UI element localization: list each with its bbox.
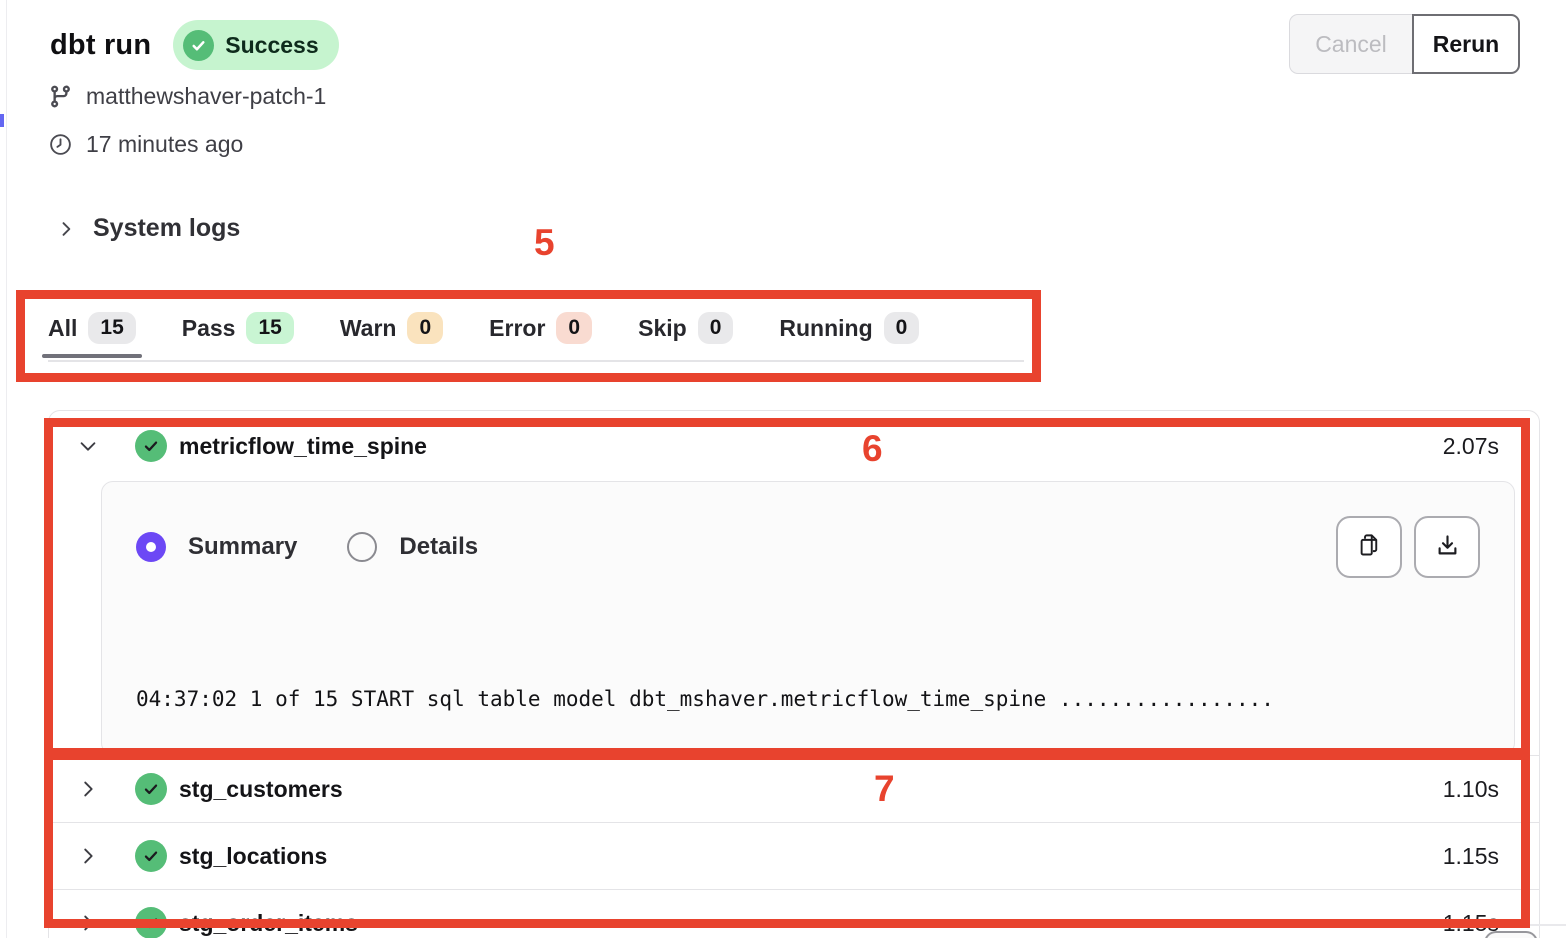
tab-count-badge: 0 bbox=[556, 312, 592, 344]
status-tabs: All 15 Pass 15 Warn 0 Error 0 Skip 0 Run… bbox=[48, 300, 1024, 362]
row-divider-fragment bbox=[1529, 924, 1566, 926]
summary-label: Summary bbox=[188, 533, 297, 561]
model-name: stg_customers bbox=[179, 776, 343, 803]
tab-label: Error bbox=[489, 315, 545, 342]
copy-icon bbox=[1356, 532, 1383, 562]
chevron-right-icon[interactable] bbox=[77, 845, 101, 867]
tab-label: Skip bbox=[638, 315, 687, 342]
partial-button-bottom[interactable] bbox=[1484, 931, 1538, 938]
status-tab[interactable]: Error 0 bbox=[489, 300, 592, 356]
status-label: Success bbox=[225, 32, 318, 59]
tab-label: Pass bbox=[182, 315, 236, 342]
status-tab[interactable]: Warn 0 bbox=[340, 300, 443, 356]
model-duration: 2.07s bbox=[1443, 433, 1499, 460]
scroll-indicator-tick bbox=[0, 114, 4, 127]
success-check-icon bbox=[135, 430, 167, 462]
tab-count-badge: 15 bbox=[88, 312, 135, 344]
download-icon bbox=[1434, 532, 1461, 562]
expanded-model-row[interactable]: metricflow_time_spine 2.07s bbox=[49, 411, 1539, 481]
log-line: 04:37:02 1 of 15 START sql table model d… bbox=[136, 684, 1480, 715]
system-logs-toggle[interactable]: System logs bbox=[56, 214, 240, 243]
success-check-icon bbox=[135, 907, 167, 938]
model-row[interactable]: stg_order_items 1.15s bbox=[49, 889, 1539, 938]
chevron-right-icon bbox=[56, 219, 76, 239]
tab-count-badge: 0 bbox=[407, 312, 443, 344]
model-row[interactable]: stg_locations 1.15s bbox=[49, 822, 1539, 889]
rerun-button[interactable]: Rerun bbox=[1412, 14, 1520, 74]
page-left-border bbox=[6, 0, 7, 938]
model-results-list: metricflow_time_spine 2.07s Summary Deta… bbox=[48, 410, 1540, 938]
status-tab[interactable]: Pass 15 bbox=[182, 300, 294, 356]
run-action-buttons: Cancel Rerun bbox=[1289, 14, 1520, 74]
chevron-right-icon[interactable] bbox=[77, 912, 101, 934]
details-label: Details bbox=[399, 533, 478, 561]
status-badge: Success bbox=[173, 20, 338, 70]
status-tab[interactable]: Skip 0 bbox=[638, 300, 733, 356]
page-title: dbt run bbox=[50, 29, 151, 62]
status-tab[interactable]: All 15 bbox=[48, 300, 136, 356]
chevron-right-icon[interactable] bbox=[77, 778, 101, 800]
model-row[interactable]: stg_customers 1.10s bbox=[49, 755, 1539, 822]
annotation-label-5: 5 bbox=[534, 222, 555, 264]
model-name: metricflow_time_spine bbox=[179, 433, 427, 460]
branch-row: matthewshaver-patch-1 bbox=[48, 83, 326, 110]
tab-label: All bbox=[48, 315, 77, 342]
git-branch-icon bbox=[48, 84, 73, 109]
tab-count-badge: 0 bbox=[884, 312, 920, 344]
chevron-down-icon[interactable] bbox=[77, 435, 101, 457]
run-header: dbt run Success bbox=[50, 20, 339, 70]
tab-label: Warn bbox=[340, 315, 397, 342]
collapsed-model-rows: stg_customers 1.10s stg_locations 1.15s bbox=[49, 755, 1539, 938]
radio-selected-icon[interactable] bbox=[136, 532, 166, 562]
tab-count-badge: 15 bbox=[246, 312, 293, 344]
model-log-output: 04:37:02 1 of 15 START sql table model d… bbox=[136, 622, 1480, 755]
radio-unselected-icon[interactable] bbox=[347, 532, 377, 562]
run-time-ago: 17 minutes ago bbox=[86, 131, 243, 158]
success-check-icon bbox=[135, 840, 167, 872]
summary-radio[interactable]: Summary bbox=[136, 532, 297, 562]
system-logs-label: System logs bbox=[93, 214, 240, 243]
model-duration: 1.10s bbox=[1443, 776, 1499, 803]
branch-name: matthewshaver-patch-1 bbox=[86, 83, 326, 110]
tab-label: Running bbox=[779, 315, 872, 342]
status-tab[interactable]: Running 0 bbox=[779, 300, 919, 356]
clock-icon bbox=[48, 132, 73, 157]
log-entry: 04:37:02 1 of 15 START sql table model d… bbox=[136, 622, 1480, 755]
cancel-button[interactable]: Cancel bbox=[1289, 14, 1412, 74]
model-name: stg_locations bbox=[179, 843, 327, 870]
time-row: 17 minutes ago bbox=[48, 131, 243, 158]
model-name: stg_order_items bbox=[179, 910, 358, 937]
tab-count-badge: 0 bbox=[698, 312, 734, 344]
model-log-card: Summary Details bbox=[101, 481, 1515, 755]
check-icon bbox=[183, 30, 214, 61]
copy-logs-button[interactable] bbox=[1336, 516, 1402, 578]
success-check-icon bbox=[135, 773, 167, 805]
model-duration: 1.15s bbox=[1443, 843, 1499, 870]
download-logs-button[interactable] bbox=[1414, 516, 1480, 578]
details-radio[interactable]: Details bbox=[347, 532, 478, 562]
